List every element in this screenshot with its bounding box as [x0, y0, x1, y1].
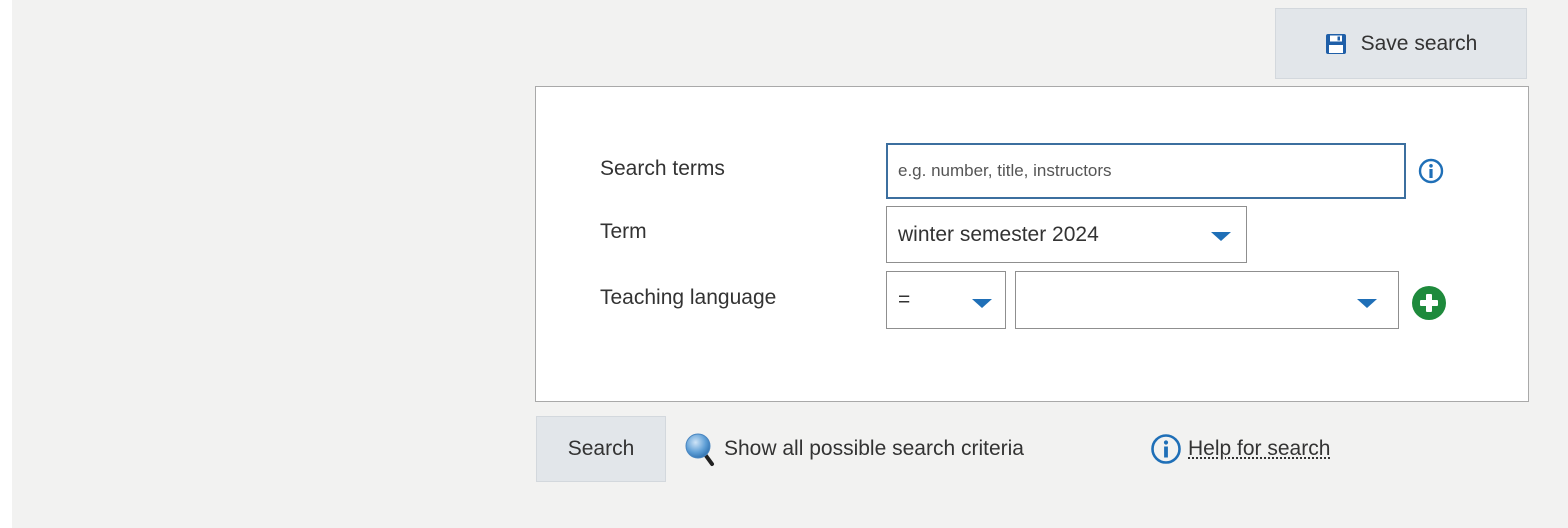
teaching-language-select[interactable]	[1015, 271, 1399, 329]
show-all-criteria-label: Show all possible search criteria	[724, 437, 1024, 460]
search-terms-label: Search terms	[600, 157, 725, 180]
chevron-down-icon	[1357, 299, 1377, 308]
floppy-disk-icon	[1325, 33, 1346, 54]
operator-select[interactable]: =	[886, 271, 1006, 329]
search-terms-input[interactable]	[886, 143, 1406, 199]
term-select[interactable]: winter semester 2024	[886, 206, 1247, 263]
add-criterion-plus-icon[interactable]	[1411, 285, 1447, 321]
info-circle-icon	[1151, 434, 1181, 464]
magnifier-icon	[685, 433, 714, 466]
save-search-button[interactable]: Save search	[1275, 8, 1527, 79]
chevron-down-icon	[972, 299, 992, 308]
help-for-search-label: Help for search	[1188, 437, 1331, 460]
search-button[interactable]: Search	[536, 416, 666, 482]
search-button-label: Search	[567, 437, 635, 460]
search-terms-info-icon[interactable]	[1418, 158, 1444, 184]
save-search-label: Save search	[1360, 31, 1478, 55]
term-label: Term	[600, 220, 647, 243]
term-select-value: winter semester 2024	[898, 222, 1099, 246]
help-for-search-link[interactable]: Help for search	[1150, 431, 1330, 467]
show-all-criteria-link[interactable]: Show all possible search criteria	[684, 431, 1024, 467]
chevron-down-icon	[1211, 232, 1231, 241]
teaching-language-label: Teaching language	[600, 286, 777, 309]
